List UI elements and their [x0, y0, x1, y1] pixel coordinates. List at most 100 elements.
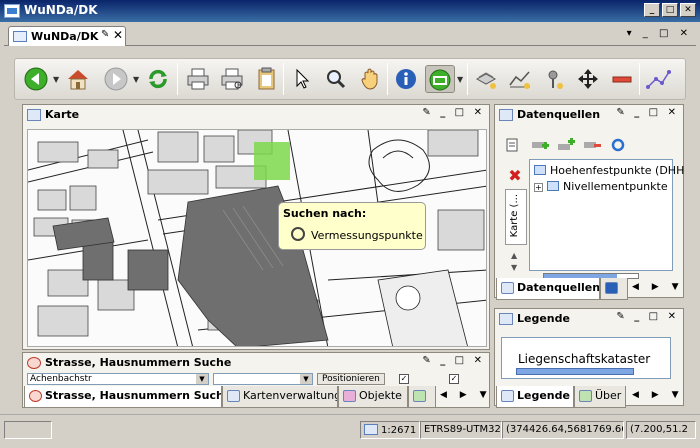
doc-controls[interactable]: ▾ _ □ ✕	[627, 28, 692, 39]
measure-button[interactable]	[425, 65, 455, 93]
legend-content: Liegenschaftskataster	[501, 337, 671, 379]
main-toolbar: ▼ ▼ ▼	[14, 58, 686, 100]
search-panel-icon	[29, 390, 42, 402]
refresh-icon	[149, 69, 167, 89]
refresh-button[interactable]	[143, 65, 173, 93]
tab-info[interactable]	[600, 278, 628, 300]
status-crs[interactable]: ETRS89-UTM32	[420, 421, 502, 439]
home-icon	[68, 70, 88, 90]
status-bar: 1:2671 ETRS89-UTM32 (374426.64,5681769.6…	[0, 414, 700, 444]
status-empty	[4, 421, 52, 439]
close-icon[interactable]: ✖	[505, 167, 525, 185]
clipboard-icon	[258, 67, 275, 90]
printer-icon	[187, 68, 209, 90]
window-title: WuNDa/DK	[24, 3, 98, 17]
forward-button[interactable]	[101, 65, 131, 93]
maximize-button[interactable]: □	[662, 3, 678, 17]
minimize-button[interactable]: _	[644, 3, 660, 17]
checkbox[interactable]: ✓	[449, 374, 459, 384]
scroll-up-icon[interactable]: ▲	[511, 251, 517, 260]
search-titlebar: Strasse, Hausnummern Suche ✎ _ □ ✕	[23, 353, 489, 373]
tab-kartenverwaltung[interactable]: Kartenverwaltung	[222, 386, 338, 408]
close-button[interactable]: ✕	[680, 3, 696, 17]
database-icon	[547, 181, 559, 191]
tab-objekte[interactable]: Objekte	[338, 386, 408, 408]
tab-nav-arrows[interactable]: ◀ ▶ ▼	[632, 282, 684, 292]
checkbox[interactable]: ✓	[399, 374, 409, 384]
overview-icon	[579, 390, 592, 402]
scroll-down-icon[interactable]: ▼	[511, 263, 517, 272]
info-button[interactable]	[391, 65, 421, 93]
polyline-icon	[646, 70, 671, 89]
tab-nav-arrows[interactable]: ◀ ▶ ▼	[440, 390, 492, 400]
karte-panel: Karte ✎ _ □ ✕ Suchen nach: Vermessungspu…	[22, 104, 490, 350]
move-button[interactable]	[573, 65, 603, 93]
line-button[interactable]	[675, 65, 685, 93]
vertical-tab-karte[interactable]: Karte (...	[505, 189, 527, 245]
datenquellen-title: Datenquellen	[517, 108, 601, 121]
map-icon	[27, 109, 41, 121]
refresh-source-button[interactable]	[607, 135, 627, 153]
pan-button[interactable]	[355, 65, 385, 93]
marker-button[interactable]	[539, 65, 569, 93]
polyline-button[interactable]	[643, 65, 673, 93]
remove-button[interactable]	[607, 65, 637, 93]
status-scale[interactable]: 1:2671	[360, 421, 420, 439]
tab-extra[interactable]	[408, 386, 436, 408]
back-button[interactable]	[21, 65, 51, 93]
add-data-button[interactable]	[555, 135, 575, 153]
add-source-button[interactable]	[529, 135, 549, 153]
expand-icon[interactable]: +	[534, 183, 543, 192]
search-panel-icon	[27, 357, 41, 369]
number-combo[interactable]: ▼	[213, 373, 313, 385]
karte-controls[interactable]: ✎ _ □ ✕	[422, 107, 485, 118]
street-combo[interactable]: Achenbachstr ▼	[27, 373, 209, 385]
home-button[interactable]	[63, 65, 93, 93]
forward-arrow-icon	[104, 67, 128, 91]
tree-item[interactable]: + Nivellementpunkte	[534, 180, 668, 193]
chart-tool-button[interactable]	[505, 65, 535, 93]
info-icon	[396, 69, 416, 89]
close-tab-icon[interactable]: ✕	[113, 28, 123, 42]
map-canvas[interactable]: Suchen nach: Vermessungspunkte	[27, 129, 487, 347]
select-button[interactable]	[287, 65, 317, 93]
print-button[interactable]	[183, 65, 213, 93]
legende-controls[interactable]: ✎ _ □ ✕	[616, 311, 679, 322]
tab-nav-arrows[interactable]: ◀ ▶ ▼	[632, 390, 684, 400]
tree-item[interactable]: Hoehenfestpunkte (DHH	[534, 164, 684, 177]
scale-icon	[364, 424, 378, 435]
chevron-down-icon[interactable]: ▼	[196, 374, 208, 384]
search-controls[interactable]: ✎ _ □ ✕	[422, 355, 485, 366]
window-controls: _ □ ✕	[644, 3, 696, 17]
data-add-icon	[558, 138, 575, 150]
pin-icon[interactable]: ✎	[101, 29, 109, 40]
tab-strassensuche[interactable]: Strasse, Hausnummern Suche	[24, 386, 222, 408]
print-preview-button[interactable]	[217, 65, 247, 93]
hand-icon	[361, 68, 378, 90]
minus-bar-icon	[612, 76, 632, 83]
chevron-down-icon[interactable]: ▼	[300, 374, 312, 384]
database-icon	[534, 165, 546, 175]
datenquellen-controls[interactable]: ✎ _ □ ✕	[616, 107, 679, 118]
magnifier-icon	[327, 70, 346, 89]
zoom-button[interactable]	[321, 65, 351, 93]
tab-datenquellen[interactable]: Datenquellen	[496, 278, 600, 300]
legend-bar	[516, 368, 634, 375]
datenquellen-titlebar: Datenquellen ✎ _ □ ✕	[495, 105, 683, 125]
pin-icon	[548, 70, 563, 89]
app-icon	[4, 4, 20, 18]
doc-tab-wunda[interactable]: WuNDa/DK ✎ ✕	[8, 26, 126, 46]
map-manage-icon	[227, 390, 240, 402]
tooltip-item[interactable]: Vermessungspunkte	[311, 229, 423, 242]
tab-ueber[interactable]: Über	[574, 386, 626, 408]
layer-tool-button[interactable]	[471, 65, 501, 93]
objects-icon	[343, 390, 356, 402]
clipboard-button[interactable]	[251, 65, 281, 93]
list-icon	[506, 138, 518, 152]
tab-legende[interactable]: Legende	[496, 386, 574, 408]
list-add-button[interactable]	[503, 135, 523, 153]
status-coords-geo: (7.200,51.2	[626, 421, 696, 439]
datasource-tree: Hoehenfestpunkte (DHH + Nivellementpunkte	[529, 159, 684, 271]
remove-source-button[interactable]	[581, 135, 601, 153]
position-button[interactable]: Positionieren	[317, 373, 385, 385]
